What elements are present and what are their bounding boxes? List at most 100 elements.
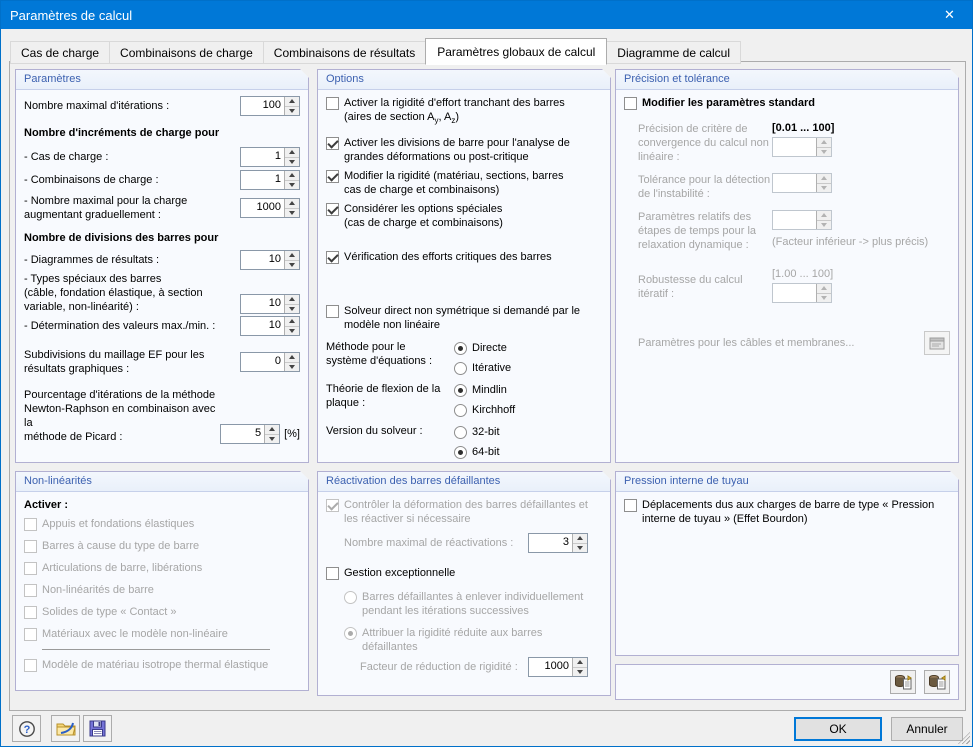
increments-heading: Nombre d'incréments de charge pour bbox=[24, 127, 220, 139]
spin-down-icon bbox=[817, 294, 831, 303]
spin-up-icon bbox=[285, 148, 299, 158]
max-reactivations-label: Nombre maximal de réactivations : bbox=[344, 537, 514, 549]
enlever-radio bbox=[344, 591, 357, 604]
save-button[interactable] bbox=[83, 715, 112, 742]
max-iterations-label: Nombre maximal d'itérations : bbox=[24, 100, 170, 112]
controler-deformation-checkbox bbox=[326, 499, 339, 512]
div-diag-stepper[interactable]: 10 bbox=[240, 250, 300, 270]
nonsymmetric-solver-checkbox[interactable] bbox=[326, 305, 339, 318]
spin-up-icon bbox=[285, 251, 299, 261]
tab-diagramme-de-calcul[interactable]: Diagramme de calcul bbox=[606, 41, 742, 64]
max-iterations-stepper[interactable]: 100 bbox=[240, 96, 300, 116]
titlebar: Paramètres de calcul ✕ bbox=[1, 1, 972, 29]
group-parametres: Paramètres Nombre maximal d'itérations :… bbox=[15, 69, 309, 463]
effet-bourdon-checkbox[interactable] bbox=[624, 499, 637, 512]
close-icon[interactable]: ✕ bbox=[927, 1, 972, 29]
group-pression: Pression interne de tuyau Déplacements d… bbox=[615, 471, 959, 656]
calculation-parameters-dialog: Paramètres de calcul ✕ Cas de charge Com… bbox=[0, 0, 973, 747]
picard-label: Pourcentage d'itérations de la méthode N… bbox=[24, 389, 216, 443]
gestion-exceptionnelle-checkbox[interactable] bbox=[326, 567, 339, 580]
radio-iterative[interactable]: Itérative bbox=[454, 360, 511, 375]
spin-down-icon bbox=[573, 668, 587, 677]
convergence-stepper bbox=[772, 137, 832, 157]
group-parametres-title: Paramètres bbox=[16, 70, 308, 90]
inc-max-stepper[interactable]: 1000 bbox=[240, 198, 300, 218]
divider bbox=[42, 649, 270, 650]
spin-up-icon bbox=[285, 97, 299, 107]
solides-contact-checkbox bbox=[24, 606, 37, 619]
radio-icon[interactable] bbox=[454, 362, 467, 375]
group-reactivation-title: Réactivation des barres défaillantes bbox=[318, 472, 610, 492]
radio-64bit[interactable]: 64-bit bbox=[454, 444, 500, 459]
tab-combinaisons-de-resultats[interactable]: Combinaisons de résultats bbox=[262, 41, 427, 64]
facteur-reduction-label: Facteur de réduction de rigidité : bbox=[360, 661, 518, 673]
member-divisions-checkbox[interactable] bbox=[326, 137, 339, 150]
critical-forces-checkbox[interactable] bbox=[326, 251, 339, 264]
subdiv-stepper[interactable]: 0 bbox=[240, 352, 300, 372]
inc-comb-stepper[interactable]: 1 bbox=[240, 170, 300, 190]
appuis-checkbox bbox=[24, 518, 37, 531]
group-pression-title: Pression interne de tuyau bbox=[616, 472, 958, 492]
group-options: Options Activer la rigidité d'effort tra… bbox=[317, 69, 611, 463]
copy-parameters-button[interactable] bbox=[890, 670, 916, 694]
facteur-reduction-stepper: 1000 bbox=[528, 657, 588, 677]
dialog-window-icon bbox=[929, 337, 945, 350]
convergence-range-hint: [0.01 ... 100] bbox=[772, 122, 835, 134]
dynamic-relaxation-label: Paramètres relatifs des étapes de temps … bbox=[638, 211, 757, 251]
group-options-title: Options bbox=[318, 70, 610, 90]
spin-up-icon bbox=[285, 317, 299, 327]
div-types-stepper[interactable]: 10 bbox=[240, 294, 300, 314]
open-button[interactable] bbox=[51, 715, 80, 742]
spin-up-icon bbox=[285, 171, 299, 181]
inc-cas-stepper[interactable]: 1 bbox=[240, 147, 300, 167]
ok-button[interactable]: OK bbox=[794, 717, 882, 741]
modify-standard-label: Modifier les paramètres standard bbox=[642, 97, 816, 109]
spin-down-icon bbox=[285, 261, 299, 270]
shear-stiffness-checkbox[interactable] bbox=[326, 97, 339, 110]
open-folder-icon bbox=[56, 722, 76, 736]
modify-stiffness-label: Modifier la rigidité (matériau, sections… bbox=[344, 170, 564, 197]
radio-icon[interactable] bbox=[454, 384, 467, 397]
modify-standard-checkbox[interactable] bbox=[624, 97, 637, 110]
help-button[interactable]: ? bbox=[12, 715, 41, 742]
picard-stepper[interactable]: 5 bbox=[220, 424, 280, 444]
nonlin-barre-checkbox bbox=[24, 584, 37, 597]
cancel-button[interactable]: Annuler bbox=[891, 717, 963, 741]
picard-unit: [%] bbox=[284, 428, 300, 440]
radio-icon[interactable] bbox=[454, 426, 467, 439]
relaxation-note: (Facteur inférieur -> plus précis) bbox=[772, 236, 929, 248]
spin-up-icon bbox=[817, 284, 831, 294]
radio-icon[interactable] bbox=[454, 404, 467, 417]
instability-tolerance-label: Tolérance pour la détection de l'instabi… bbox=[638, 174, 771, 200]
spin-up-icon bbox=[285, 295, 299, 305]
articulations-checkbox bbox=[24, 562, 37, 575]
radio-directe[interactable]: Directe bbox=[454, 340, 511, 355]
modify-stiffness-checkbox[interactable] bbox=[326, 170, 339, 183]
div-max-stepper[interactable]: 10 bbox=[240, 316, 300, 336]
equation-method-label: Méthode pour le système d'équations : bbox=[326, 341, 433, 368]
radio-mindlin[interactable]: Mindlin bbox=[454, 382, 515, 397]
divisions-heading: Nombre de divisions des barres pour bbox=[24, 232, 219, 244]
tab-cas-de-charge[interactable]: Cas de charge bbox=[10, 41, 111, 64]
special-options-label: Considérer les options spéciales (cas de… bbox=[344, 203, 503, 230]
special-options-checkbox[interactable] bbox=[326, 203, 339, 216]
spin-down-icon bbox=[265, 435, 279, 444]
paste-parameters-button[interactable] bbox=[924, 670, 950, 694]
max-reactivations-stepper: 3 bbox=[528, 533, 588, 553]
spin-up-icon bbox=[285, 199, 299, 209]
radio-icon[interactable] bbox=[454, 342, 467, 355]
tab-parametres-globaux[interactable]: Paramètres globaux de calcul bbox=[425, 38, 608, 65]
help-icon: ? bbox=[18, 720, 35, 737]
spin-up-icon bbox=[817, 211, 831, 221]
dynamic-relaxation-stepper bbox=[772, 210, 832, 230]
group-reactivation: Réactivation des barres défaillantes Con… bbox=[317, 471, 611, 696]
isotrope-thermal-checkbox bbox=[24, 659, 37, 672]
tab-combinaisons-de-charge[interactable]: Combinaisons de charge bbox=[109, 41, 264, 64]
tab-strip: Cas de charge Combinaisons de charge Com… bbox=[10, 38, 742, 65]
shear-stiffness-label: Activer la rigidité d'effort tranchant d… bbox=[344, 97, 565, 126]
radio-icon[interactable] bbox=[454, 446, 467, 459]
robustness-range-hint: [1.00 ... 100] bbox=[772, 268, 834, 280]
radio-kirchhoff[interactable]: Kirchhoff bbox=[454, 402, 515, 417]
div-diag-label: - Diagrammes de résultats : bbox=[24, 254, 160, 266]
radio-32bit[interactable]: 32-bit bbox=[454, 424, 500, 439]
